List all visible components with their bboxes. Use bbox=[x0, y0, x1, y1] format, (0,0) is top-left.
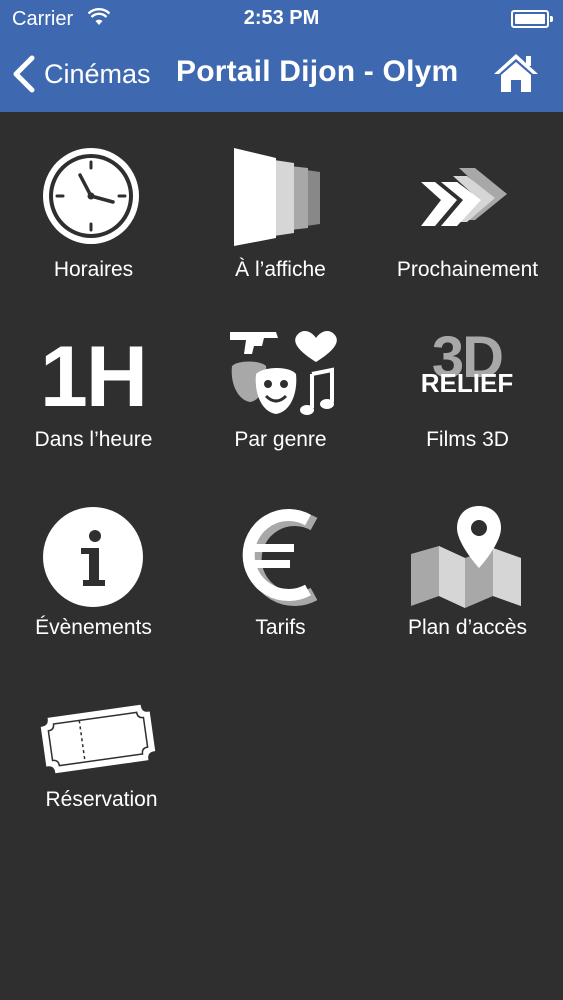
menu-item-reservation[interactable]: Réservation bbox=[0, 684, 187, 824]
menu-item-par-genre[interactable]: Par genre bbox=[187, 322, 374, 472]
euro-icon bbox=[242, 509, 318, 606]
menu-item-label: Dans l’heure bbox=[34, 428, 153, 451]
clock-icon bbox=[43, 148, 139, 244]
genre-icon bbox=[230, 331, 337, 415]
one-hour-icon: 1H bbox=[33, 322, 153, 432]
menu-grid: Horaires À l’affiche Prochainement 1H Da… bbox=[0, 112, 563, 1000]
menu-item-a-l-affiche[interactable]: À l’affiche bbox=[187, 134, 374, 304]
three-d-relief-icon: 3D RELIEF bbox=[407, 322, 527, 432]
battery-icon bbox=[511, 10, 553, 28]
menu-item-label: Horaires bbox=[53, 258, 134, 281]
info-icon bbox=[43, 507, 143, 607]
chevrons-icon bbox=[421, 168, 507, 226]
page-title: Portail Dijon - Olym bbox=[176, 55, 459, 88]
menu-item-label: Prochainement bbox=[396, 258, 539, 281]
menu-item-tarifs[interactable]: Tarifs bbox=[187, 502, 374, 652]
back-button[interactable]: Cinémas bbox=[10, 52, 151, 96]
home-button[interactable] bbox=[490, 52, 542, 96]
menu-item-label: À l’affiche bbox=[235, 258, 326, 281]
menu-item-films-3d[interactable]: 3D RELIEF Films 3D bbox=[374, 322, 561, 472]
status-bar: Carrier 2:53 PM bbox=[0, 0, 563, 36]
posters-icon bbox=[234, 148, 320, 246]
menu-item-plan-d-acces[interactable]: Plan d’accès bbox=[374, 502, 561, 652]
app-header: Carrier 2:53 PM Cinémas Portail Dijon - … bbox=[0, 0, 563, 112]
menu-item-label: Évènements bbox=[35, 616, 152, 639]
menu-item-label: Par genre bbox=[234, 428, 327, 451]
menu-item-prochainement[interactable]: Prochainement bbox=[374, 134, 561, 304]
menu-item-dans-l-heure[interactable]: 1H Dans l’heure bbox=[0, 322, 187, 472]
clock-time: 2:53 PM bbox=[243, 7, 320, 29]
navigation-bar: Cinémas Portail Dijon - Olym bbox=[0, 36, 563, 112]
back-label: Cinémas bbox=[44, 58, 151, 89]
chevron-left-icon bbox=[13, 55, 35, 93]
menu-item-label: Réservation bbox=[45, 788, 158, 811]
menu-item-horaires[interactable]: Horaires bbox=[0, 134, 187, 304]
menu-item-evenements[interactable]: Évènements bbox=[0, 502, 187, 652]
relief-text: RELIEF bbox=[420, 368, 514, 398]
home-icon bbox=[494, 54, 538, 92]
map-pin-icon bbox=[411, 506, 521, 608]
ticket-icon bbox=[40, 704, 156, 774]
menu-item-label: Plan d’accès bbox=[407, 616, 528, 639]
one-hour-text: 1H bbox=[40, 328, 148, 425]
menu-item-label: Tarifs bbox=[255, 616, 306, 639]
menu-item-label: Films 3D bbox=[426, 428, 509, 451]
